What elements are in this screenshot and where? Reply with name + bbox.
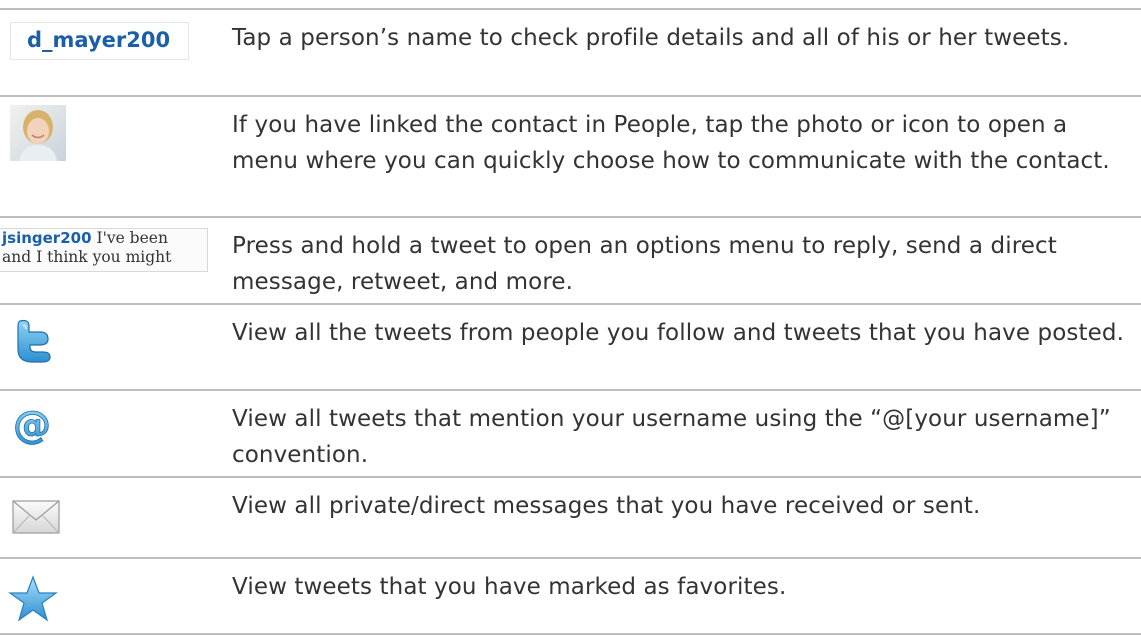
star-icon[interactable] xyxy=(8,575,58,623)
icon-cell: @ xyxy=(12,407,222,445)
icon-cell xyxy=(14,319,224,363)
description: If you have linked the contact in People… xyxy=(232,112,1110,174)
table-row: d_mayer200 Tap a person’s name to check … xyxy=(0,8,1141,95)
envelope-icon[interactable] xyxy=(12,500,60,534)
table-row: If you have linked the contact in People… xyxy=(0,95,1141,216)
description: View tweets that you have marked as favo… xyxy=(232,574,787,600)
icon-cell xyxy=(12,500,222,534)
description: View all the tweets from people you foll… xyxy=(232,320,1124,346)
description: View all tweets that mention your userna… xyxy=(232,406,1111,468)
icon-cell xyxy=(10,105,220,161)
icon-cell xyxy=(8,575,218,623)
description: Tap a person’s name to check profile det… xyxy=(232,25,1070,51)
description: View all private/direct messages that yo… xyxy=(232,493,981,519)
tweet-text-line1: I've been xyxy=(91,229,168,247)
table-row: View all private/direct messages that yo… xyxy=(0,476,1141,557)
tweet-username: jsinger200 xyxy=(2,229,92,247)
icon-cell: d_mayer200 xyxy=(10,18,220,60)
at-mention-icon[interactable]: @ xyxy=(12,407,52,445)
table-row: View all the tweets from people you foll… xyxy=(0,303,1141,389)
tweet-snippet[interactable]: jsinger200 I've been and I think you mig… xyxy=(0,228,208,272)
username-label[interactable]: d_mayer200 xyxy=(10,22,190,60)
profile-photo-icon[interactable] xyxy=(10,105,66,161)
description: Press and hold a tweet to open an option… xyxy=(232,233,1057,295)
table-row: jsinger200 I've been and I think you mig… xyxy=(0,216,1141,303)
feature-table: d_mayer200 Tap a person’s name to check … xyxy=(0,0,1141,635)
table-row: @ View all tweets that mention your user… xyxy=(0,389,1141,476)
twitter-bird-icon[interactable] xyxy=(14,319,52,363)
tweet-text-line2: and I think you might xyxy=(2,248,172,266)
table-row: View tweets that you have marked as favo… xyxy=(0,557,1141,635)
svg-text:@: @ xyxy=(13,407,51,445)
